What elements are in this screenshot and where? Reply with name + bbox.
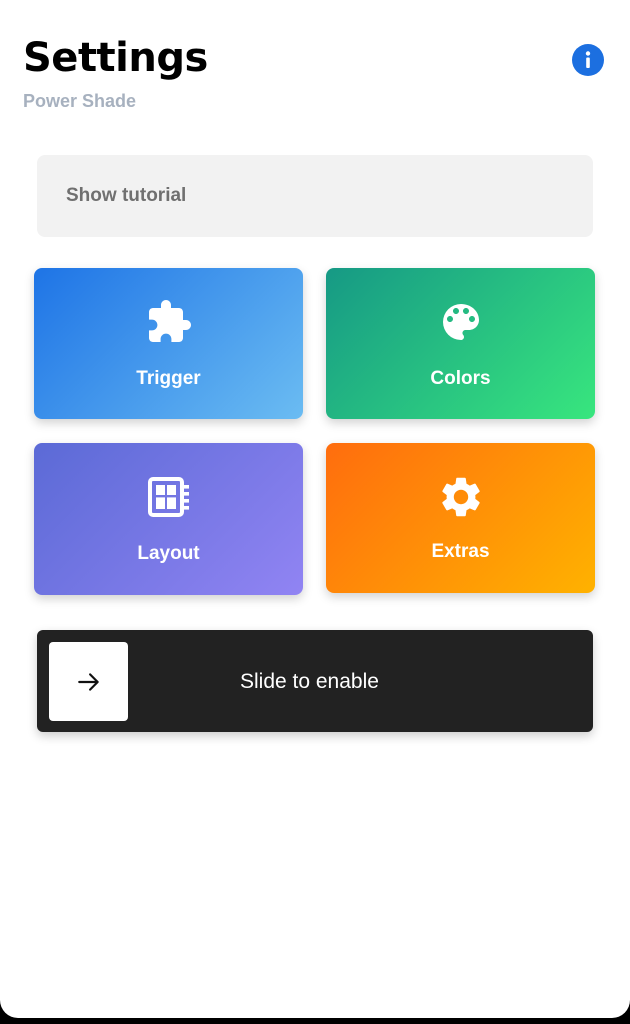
layout-icon: [147, 477, 189, 517]
tile-trigger[interactable]: Trigger: [34, 268, 303, 419]
show-tutorial-label: Show tutorial: [66, 185, 187, 206]
slider-handle[interactable]: [49, 642, 128, 721]
tile-layout-label: Layout: [137, 543, 200, 564]
slide-to-enable-label: Slide to enable: [240, 670, 379, 693]
info-button[interactable]: [572, 44, 604, 76]
tile-extras-label: Extras: [431, 541, 490, 562]
settings-screen: Settings Power Shade Show tutorial Trigg…: [0, 0, 630, 1018]
gear-icon: [441, 477, 480, 517]
tile-extras[interactable]: Extras: [326, 443, 595, 593]
tile-trigger-label: Trigger: [136, 368, 201, 389]
info-icon: [585, 51, 591, 68]
tile-colors[interactable]: Colors: [326, 268, 595, 419]
arrow-right-icon: [78, 673, 99, 691]
tile-layout[interactable]: Layout: [34, 443, 303, 595]
show-tutorial-button[interactable]: Show tutorial: [37, 155, 593, 237]
slide-to-enable-track[interactable]: Slide to enable: [37, 630, 593, 732]
palette-icon: [442, 304, 479, 340]
page-title: Settings: [23, 35, 208, 81]
app-name-subtitle: Power Shade: [23, 91, 137, 111]
tile-colors-label: Colors: [430, 368, 491, 389]
puzzle-icon: [148, 300, 191, 342]
